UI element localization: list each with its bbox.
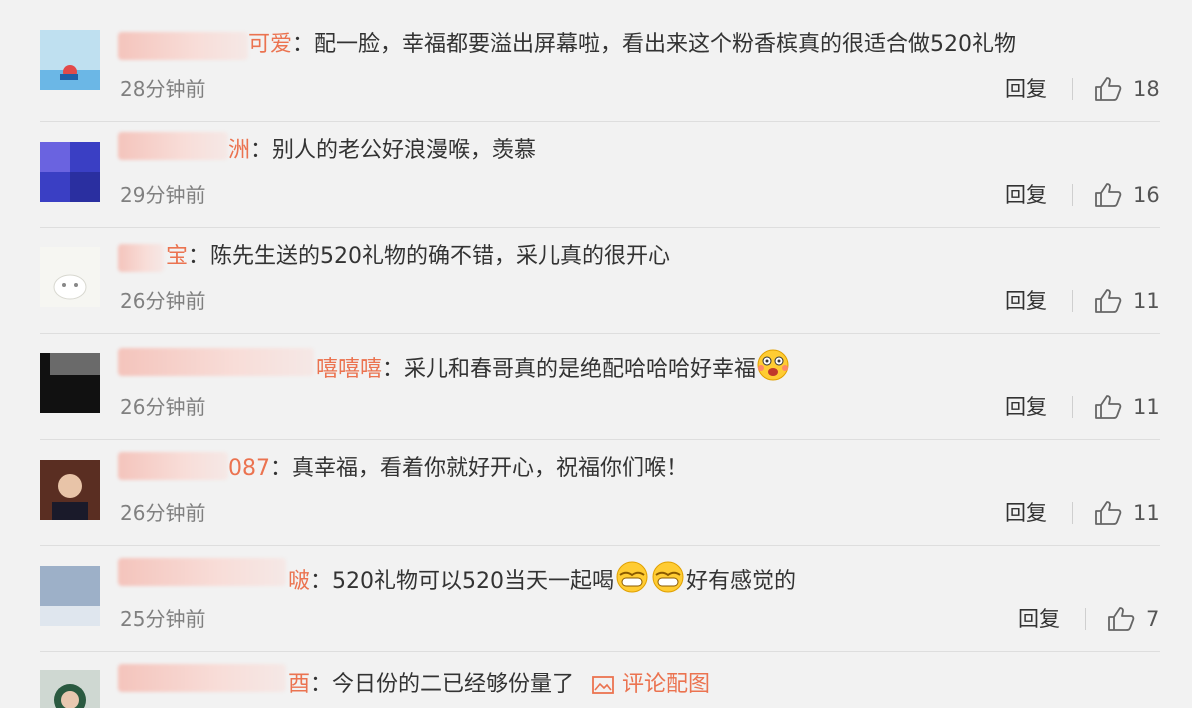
comment-text: 配一脸，幸福都要溢出屏幕啦，看出来这个粉香槟真的很适合做520礼物 [314,32,1017,57]
timestamp: 26分钟前 [120,395,206,419]
like-count: 11 [1133,501,1160,525]
separator: ： [310,569,333,594]
comment-text: 采儿和春哥真的是绝配哈哈哈好幸福 [404,357,757,382]
thumbs-up-icon [1095,183,1122,207]
divider [1072,290,1073,312]
reply-button[interactable]: 回复 [1005,499,1047,527]
username[interactable]: 嘻嘻嘻 [316,357,382,382]
username-blurred[interactable] [118,558,286,586]
username-blurred[interactable] [118,32,248,60]
avatar[interactable] [40,566,100,626]
username-blurred[interactable] [118,244,164,272]
avatar[interactable] [40,30,100,90]
comment-text-line: 啵：520礼物可以520当天一起喝 好有感觉的 [288,560,796,594]
row-divider [40,121,1160,122]
reply-button[interactable]: 回复 [1005,181,1047,209]
username[interactable]: 宝 [166,244,188,269]
username-blurred[interactable] [118,348,314,376]
comment-text: 520礼物可以520当天一起喝 [332,569,615,594]
thumbs-up-icon [1095,501,1122,525]
separator: ： [310,672,333,697]
thumbs-up-icon [1095,395,1122,419]
comment-text-line: 洲：别人的老公好浪漫喉，羡慕 [228,136,536,166]
reply-button[interactable]: 回复 [1005,393,1047,421]
divider [1072,184,1073,206]
avatar[interactable] [40,142,100,202]
username[interactable]: 087 [228,456,270,481]
thumbs-up-icon [1095,77,1122,101]
divider [1072,396,1073,418]
avatar[interactable] [40,670,100,708]
reply-button[interactable]: 回复 [1005,75,1047,103]
timestamp: 25分钟前 [120,607,206,631]
comment-text: 别人的老公好浪漫喉，羡慕 [272,138,537,163]
divider [1072,78,1073,100]
row-divider [40,439,1160,440]
like-count: 18 [1133,77,1160,101]
like-count: 11 [1133,289,1160,313]
comment-text-line: 087：真幸福，看着你就好开心，祝福你们喉！ [228,454,688,484]
timestamp: 26分钟前 [120,289,206,313]
reply-button[interactable]: 回复 [1005,287,1047,315]
row-divider [40,651,1160,652]
avatar[interactable] [40,353,100,413]
username[interactable]: 可爱 [248,32,292,57]
divider [1072,502,1073,524]
separator: ： [382,357,405,382]
timestamp: 29分钟前 [120,183,206,207]
username-blurred[interactable] [118,664,286,692]
username[interactable]: 啵 [288,569,310,594]
separator: ： [270,456,293,481]
comment-text-line: 宝：陈先生送的520礼物的确不错，采儿真的很开心 [166,242,670,272]
shock-face-emoji [757,349,789,381]
separator: ： [188,244,211,269]
comment-text: 真幸福，看着你就好开心，祝福你们喉！ [292,456,689,481]
comment-text-after: 好有感觉的 [686,569,797,594]
comment-picture-label: 评论配图 [622,672,711,697]
like-count: 11 [1133,395,1160,419]
username[interactable]: 洲 [228,138,250,163]
username-blurred[interactable] [118,132,228,160]
grin-face-emoji [652,561,684,593]
like-count: 7 [1146,607,1160,631]
comment-text-line: 酉：今日份的二已经够份量了 评论配图 [288,670,710,700]
thumbs-up-icon [1108,607,1135,631]
comment-picture-link[interactable]: 评论配图 [592,672,710,697]
row-divider [40,333,1160,334]
row-divider [40,227,1160,228]
username[interactable]: 酉 [288,672,310,697]
image-icon [592,676,614,694]
like-count: 16 [1133,183,1160,207]
timestamp: 26分钟前 [120,501,206,525]
separator: ： [250,138,273,163]
thumbs-up-icon [1095,289,1122,313]
separator: ： [292,32,315,57]
avatar[interactable] [40,460,100,520]
comment-text-line: 可爱：配一脸，幸福都要溢出屏幕啦，看出来这个粉香槟真的很适合做520礼物 [248,30,1016,60]
grin-face-emoji [616,561,648,593]
comment-text-line: 嘻嘻嘻：采儿和春哥真的是绝配哈哈哈好幸福 [316,348,790,382]
comment-text: 陈先生送的520礼物的确不错，采儿真的很开心 [210,244,671,269]
timestamp: 28分钟前 [120,77,206,101]
username-blurred[interactable] [118,452,228,480]
avatar[interactable] [40,247,100,307]
divider [1085,608,1086,630]
reply-button[interactable]: 回复 [1018,605,1060,633]
comment-text: 今日份的二已经够份量了 [332,672,575,697]
row-divider [40,545,1160,546]
